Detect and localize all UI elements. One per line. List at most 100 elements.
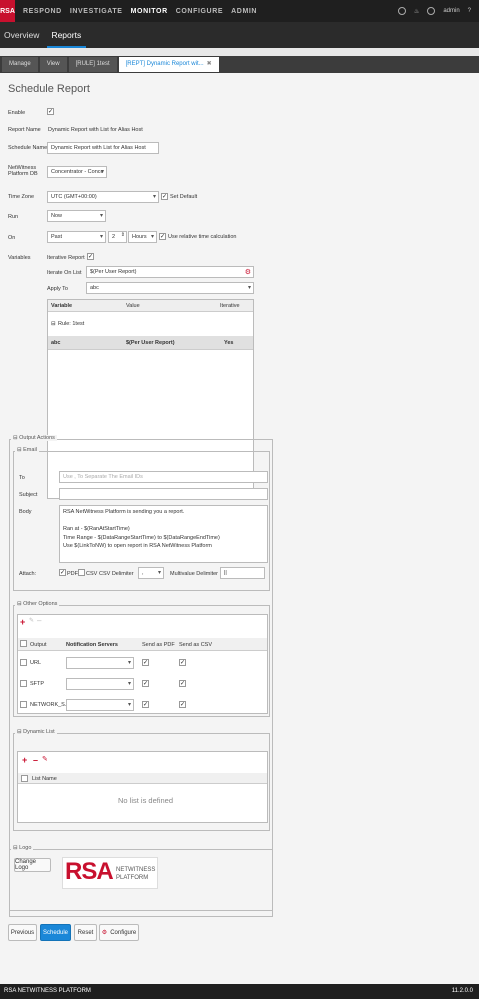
subnav-reports[interactable]: Reports — [47, 30, 87, 48]
expand-icon[interactable]: ⊟ — [51, 321, 56, 327]
run-value: Now — [51, 213, 63, 219]
column-header-send-csv[interactable]: Send as CSV — [179, 642, 212, 648]
output-type: SFTP — [30, 681, 45, 687]
rsa-logo[interactable]: RSA — [0, 0, 15, 22]
output-type: NETWORK_S... — [30, 702, 70, 708]
nav-investigate[interactable]: INVESTIGATE — [70, 8, 123, 15]
nav-respond[interactable]: RESPOND — [23, 8, 62, 15]
attach-pdf-checkbox[interactable]: ✓ — [59, 569, 66, 576]
table-row[interactable]: NETWORK_S... ✓ ✓ — [18, 695, 267, 715]
to-label: To — [19, 475, 25, 481]
output-actions-label: Output Actions — [19, 435, 55, 441]
nav-configure[interactable]: CONFIGURE — [176, 8, 223, 15]
row-checkbox[interactable] — [20, 701, 27, 708]
dynamic-list-legend[interactable]: ⊟ Dynamic List — [15, 729, 57, 735]
csv-delimiter-value: , — [142, 570, 144, 576]
footer-version: 11.2.0.0 — [451, 988, 473, 994]
send-csv-checkbox[interactable]: ✓ — [179, 701, 186, 708]
multivalue-delimiter-input[interactable]: || — [220, 567, 265, 579]
select-all-checkbox[interactable] — [20, 640, 27, 647]
tab-manage[interactable]: Manage — [2, 57, 38, 72]
on-number-stepper[interactable]: 2 ⇕ — [108, 231, 127, 243]
output-actions-legend[interactable]: ⊟ Output Actions — [11, 435, 57, 441]
help-icon[interactable]: ? — [468, 8, 471, 14]
schedule-button[interactable]: Schedule — [40, 924, 71, 941]
add-icon[interactable]: + — [20, 617, 25, 627]
other-options-legend[interactable]: ⊟ Other Options — [15, 601, 60, 607]
close-icon[interactable]: ✖ — [207, 57, 212, 72]
notification-server-select[interactable] — [66, 699, 134, 711]
platform-db-select[interactable]: Concentrator - Conce — [47, 166, 107, 178]
column-header-value[interactable]: Value — [126, 303, 140, 309]
time-zone-label: Time Zone — [8, 194, 35, 200]
tab-rule[interactable]: [RULE] 1test — [68, 57, 117, 72]
select-all-checkbox[interactable] — [21, 775, 28, 782]
row-variable: abc — [51, 340, 61, 346]
previous-button[interactable]: Previous — [8, 924, 37, 941]
run-label: Run — [8, 214, 19, 220]
time-zone-select[interactable]: UTC (GMT+00:00) — [47, 191, 159, 203]
reset-button[interactable]: Reset — [74, 924, 97, 941]
tab-view[interactable]: View — [39, 57, 67, 72]
stepper-arrows-icon[interactable]: ⇕ — [121, 232, 125, 238]
csv-delimiter-select[interactable]: , — [138, 567, 164, 579]
dynamic-list-table: + – ✎ List Name No list is defined — [17, 751, 268, 823]
send-pdf-checkbox[interactable]: ✓ — [142, 701, 149, 708]
on-select[interactable]: Past — [47, 231, 106, 243]
user-name[interactable]: admin — [443, 8, 459, 14]
row-value[interactable]: $(Per User Report) — [126, 340, 175, 346]
remove-icon[interactable]: – — [37, 616, 41, 625]
notification-server-select[interactable] — [66, 678, 134, 690]
subject-input[interactable] — [59, 488, 268, 500]
iterative-report-checkbox[interactable]: ✓ — [87, 253, 94, 260]
table-row[interactable]: abc $(Per User Report) Yes — [48, 336, 253, 350]
nav-monitor[interactable]: MONITOR — [131, 8, 168, 15]
column-header-send-pdf[interactable]: Send as PDF — [142, 642, 175, 648]
send-pdf-checkbox[interactable]: ✓ — [142, 680, 149, 687]
subnav-overview[interactable]: Overview — [0, 30, 44, 48]
tab-report[interactable]: [REPT] Dynamic Report wit... ✖ — [118, 57, 219, 72]
logo-legend[interactable]: ⊟ Logo — [11, 845, 34, 851]
on-unit-select[interactable]: Hours — [128, 231, 157, 243]
iterate-on-list-label: Iterate On List — [47, 270, 82, 276]
remove-icon[interactable]: – — [33, 755, 38, 765]
report-name-value: Dynamic Report with List for Alias Host — [48, 127, 143, 133]
relative-time-checkbox[interactable]: ✓ — [159, 233, 166, 240]
row-checkbox[interactable] — [20, 659, 27, 666]
body-textarea[interactable]: RSA NetWitness Platform is sending you a… — [59, 505, 268, 563]
edit-icon[interactable]: ✎ — [29, 617, 34, 624]
send-csv-checkbox[interactable]: ✓ — [179, 659, 186, 666]
variables-label: Variables — [8, 255, 31, 261]
body-line-5: Use $(LinkToNW) to open report in RSA Ne… — [63, 543, 212, 549]
column-header-iterative[interactable]: Iterative — [220, 303, 240, 309]
apply-to-select[interactable]: abc — [86, 282, 254, 294]
run-select[interactable]: Now — [47, 210, 106, 222]
edit-icon[interactable]: ✎ — [42, 755, 48, 763]
timer-icon[interactable] — [397, 7, 406, 15]
table-row[interactable]: SFTP ✓ ✓ — [18, 674, 267, 694]
row-iterative[interactable]: Yes — [224, 340, 233, 346]
set-default-checkbox[interactable]: ✓ — [161, 193, 168, 200]
column-header-notification-servers[interactable]: Notification Servers — [66, 642, 118, 648]
user-icon[interactable] — [427, 7, 436, 15]
column-header-variable[interactable]: Variable — [51, 303, 72, 309]
enable-checkbox[interactable]: ✓ — [47, 108, 54, 115]
configure-button[interactable]: ⚙ Configure — [99, 924, 139, 941]
add-icon[interactable]: + — [22, 755, 27, 765]
iterate-on-list-input[interactable]: $(Per User Report) ⚙ — [86, 266, 254, 278]
gear-icon[interactable]: ⚙ — [245, 268, 251, 276]
bell-icon[interactable]: ♨ — [414, 8, 419, 15]
to-input[interactable]: Use , To Separate The Email IDs — [59, 471, 268, 483]
schedule-name-input[interactable]: Dynamic Report with List for Alias Host — [47, 142, 159, 154]
row-checkbox[interactable] — [20, 680, 27, 687]
change-logo-button[interactable]: Change Logo — [14, 858, 51, 872]
column-header-list-name[interactable]: List Name — [32, 776, 57, 782]
nav-admin[interactable]: ADMIN — [231, 8, 257, 15]
send-pdf-checkbox[interactable]: ✓ — [142, 659, 149, 666]
notification-server-select[interactable] — [66, 657, 134, 669]
table-row[interactable]: URL ✓ ✓ — [18, 653, 267, 673]
email-legend[interactable]: ⊟ Email — [15, 447, 39, 453]
column-header-output[interactable]: Output — [30, 642, 47, 648]
send-csv-checkbox[interactable]: ✓ — [179, 680, 186, 687]
attach-csv-checkbox[interactable] — [78, 569, 85, 576]
